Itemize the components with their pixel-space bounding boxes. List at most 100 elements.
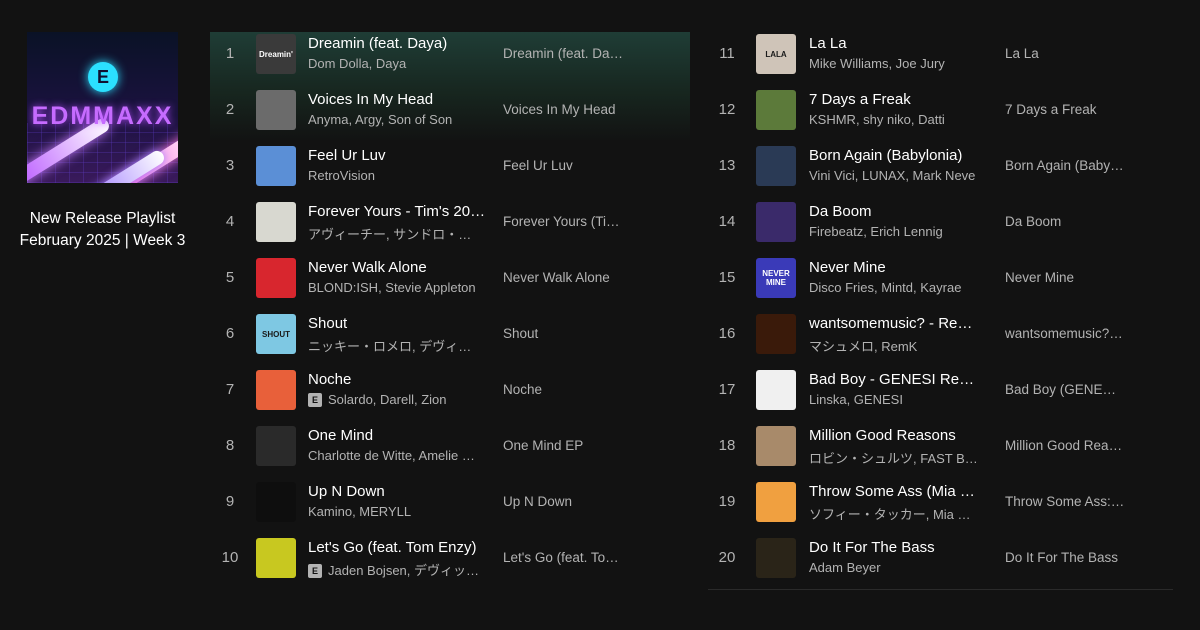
track-album-art[interactable]: [756, 90, 796, 130]
track-album[interactable]: Million Good Reasons: [1005, 438, 1125, 453]
track-row[interactable]: 8 One Mind Charlotte de Witte, Amelie Lens…: [210, 424, 690, 480]
track-album-art[interactable]: [256, 482, 296, 522]
track-row[interactable]: 5 Never Walk Alone BLOND:ISH, Stevie Apple…: [210, 256, 690, 312]
track-title[interactable]: La La: [809, 35, 981, 52]
track-artist[interactable]: Linska, GENESI: [809, 392, 979, 407]
track-artist[interactable]: E Solardo, Darell, Zion: [308, 392, 480, 407]
track-artist[interactable]: Kamino, MERYLL: [308, 504, 480, 519]
track-title[interactable]: Voices In My Head: [308, 91, 488, 108]
track-artist-names[interactable]: Adam Beyer: [809, 560, 881, 575]
track-artist[interactable]: E Jaden Bojsen, デヴィッド・ゲッタ: [308, 560, 480, 579]
track-title[interactable]: One Mind: [308, 427, 488, 444]
track-title[interactable]: wantsomemusic? - RemK Remix: [809, 315, 981, 332]
track-album[interactable]: Da Boom: [1005, 214, 1125, 229]
track-title[interactable]: Let's Go (feat. Tom Enzy): [308, 539, 488, 556]
track-album-art[interactable]: [756, 146, 796, 186]
track-title[interactable]: Born Again (Babylonia): [809, 147, 981, 164]
track-title[interactable]: Never Mine: [809, 259, 981, 276]
track-row[interactable]: 2 Voices In My Head Anyma, Argy, Son of So…: [210, 88, 690, 144]
track-title[interactable]: Dreamin (feat. Daya): [308, 35, 488, 52]
track-album[interactable]: Throw Some Ass: Remixes: [1005, 494, 1125, 509]
track-title[interactable]: Throw Some Ass (Mia Moretti Remix): [809, 483, 981, 500]
track-artist-names[interactable]: Mike Williams, Joe Jury: [809, 56, 945, 71]
track-artist[interactable]: BLOND:ISH, Stevie Appleton: [308, 280, 480, 295]
track-album[interactable]: Let's Go (feat. Tom Enzy): [503, 550, 628, 565]
track-artist[interactable]: アヴィーチー, サンドロ・カヴァッツァ: [308, 224, 480, 243]
track-artist[interactable]: Charlotte de Witte, Amelie Lens: [308, 448, 480, 463]
track-album[interactable]: Feel Ur Luv: [503, 158, 628, 173]
track-row[interactable]: 4 Forever Yours - Tim's 2025 Edit アヴィーチー, …: [210, 200, 690, 256]
track-title[interactable]: 7 Days a Freak: [809, 91, 981, 108]
track-row[interactable]: 11 LALA La La Mike Williams, Joe Jury La La: [708, 32, 1173, 88]
track-row[interactable]: 1 Dreamin' Dreamin (feat. Daya) Dom Dolla, …: [210, 32, 690, 88]
track-album-art[interactable]: NEVER MINE: [756, 258, 796, 298]
track-artist-names[interactable]: Anyma, Argy, Son of Son: [308, 112, 452, 127]
track-album[interactable]: Never Walk Alone: [503, 270, 628, 285]
track-row[interactable]: 12 7 Days a Freak KSHMR, shy niko, Datti 7 …: [708, 88, 1173, 144]
track-album[interactable]: Voices In My Head: [503, 102, 628, 117]
track-row[interactable]: 6 SHOUT Shout ニッキー・ロメロ, デヴィッド・ゲッタ Shout: [210, 312, 690, 368]
track-row[interactable]: 3 Feel Ur Luv RetroVision Feel Ur Luv: [210, 144, 690, 200]
track-album-art[interactable]: [756, 202, 796, 242]
track-artist[interactable]: Adam Beyer: [809, 560, 979, 575]
track-row[interactable]: 15 NEVER MINE Never Mine Disco Fries, Mintd…: [708, 256, 1173, 312]
track-title[interactable]: Da Boom: [809, 203, 981, 220]
track-row[interactable]: 18 Million Good Reasons ロビン・シュルツ, FAST BOY…: [708, 424, 1173, 480]
track-row[interactable]: 10 Let's Go (feat. Tom Enzy) E Jaden Bojsen…: [210, 536, 690, 592]
track-album-art[interactable]: [256, 202, 296, 242]
track-title[interactable]: Feel Ur Luv: [308, 147, 488, 164]
track-title[interactable]: Never Walk Alone: [308, 259, 488, 276]
track-artist-names[interactable]: Charlotte de Witte, Amelie Lens: [308, 448, 480, 463]
track-artist-names[interactable]: Firebeatz, Erich Lennig: [809, 224, 943, 239]
track-artist-names[interactable]: ソフィー・タッカー, Mia Moretti: [809, 507, 979, 522]
track-row[interactable]: 17 Bad Boy - GENESI Remix Linska, GENESI Ba…: [708, 368, 1173, 424]
track-artist-names[interactable]: マシュメロ, RemK: [809, 339, 917, 354]
track-album[interactable]: Never Mine: [1005, 270, 1125, 285]
track-album-art[interactable]: [256, 538, 296, 578]
track-artist-names[interactable]: KSHMR, shy niko, Datti: [809, 112, 945, 127]
track-album-art[interactable]: SHOUT: [256, 314, 296, 354]
track-album-art[interactable]: [256, 370, 296, 410]
track-artist-names[interactable]: Linska, GENESI: [809, 392, 903, 407]
track-album[interactable]: wantsomemusic? (RemK Remix): [1005, 326, 1125, 341]
track-artist[interactable]: KSHMR, shy niko, Datti: [809, 112, 979, 127]
track-artist-names[interactable]: ロビン・シュルツ, FAST BOY: [809, 451, 979, 466]
track-album-art[interactable]: Dreamin': [256, 34, 296, 74]
track-artist-names[interactable]: アヴィーチー, サンドロ・カヴァッツァ: [308, 227, 480, 242]
track-artist-names[interactable]: Solardo, Darell, Zion: [328, 392, 447, 407]
track-album-art[interactable]: LALA: [756, 34, 796, 74]
track-artist[interactable]: ニッキー・ロメロ, デヴィッド・ゲッタ: [308, 336, 480, 355]
track-artist-names[interactable]: Disco Fries, Mintd, Kayrae: [809, 280, 961, 295]
track-album[interactable]: Bad Boy (GENESI Remix): [1005, 382, 1125, 397]
track-album[interactable]: Forever Yours (Tim's 2025 Edit): [503, 214, 628, 229]
track-album-art[interactable]: [756, 370, 796, 410]
track-album[interactable]: Born Again (Babylonia): [1005, 158, 1125, 173]
track-album[interactable]: Up N Down: [503, 494, 628, 509]
track-artist[interactable]: RetroVision: [308, 168, 480, 183]
track-artist-names[interactable]: RetroVision: [308, 168, 375, 183]
track-artist[interactable]: Dom Dolla, Daya: [308, 56, 480, 71]
track-album-art[interactable]: [756, 426, 796, 466]
track-artist-names[interactable]: Kamino, MERYLL: [308, 504, 411, 519]
track-album-art[interactable]: [756, 482, 796, 522]
track-title[interactable]: Do It For The Bass: [809, 539, 981, 556]
track-artist-names[interactable]: BLOND:ISH, Stevie Appleton: [308, 280, 476, 295]
track-album-art[interactable]: [256, 426, 296, 466]
track-album-art[interactable]: [256, 258, 296, 298]
track-artist-names[interactable]: Dom Dolla, Daya: [308, 56, 406, 71]
track-album-art[interactable]: [256, 90, 296, 130]
track-artist[interactable]: Mike Williams, Joe Jury: [809, 56, 979, 71]
track-artist-names[interactable]: ニッキー・ロメロ, デヴィッド・ゲッタ: [308, 339, 480, 354]
track-title[interactable]: Forever Yours - Tim's 2025 Edit: [308, 203, 488, 220]
track-artist[interactable]: Firebeatz, Erich Lennig: [809, 224, 979, 239]
track-row[interactable]: 13 Born Again (Babylonia) Vini Vici, LUNAX…: [708, 144, 1173, 200]
track-artist[interactable]: ソフィー・タッカー, Mia Moretti: [809, 504, 979, 523]
track-title[interactable]: Million Good Reasons: [809, 427, 981, 444]
track-row[interactable]: 14 Da Boom Firebeatz, Erich Lennig Da Boom: [708, 200, 1173, 256]
track-artist-names[interactable]: Jaden Bojsen, デヴィッド・ゲッタ: [328, 563, 480, 578]
track-title[interactable]: Noche: [308, 371, 488, 388]
track-album[interactable]: 7 Days a Freak: [1005, 102, 1125, 117]
track-album[interactable]: One Mind EP: [503, 438, 628, 453]
track-album[interactable]: Dreamin (feat. Daya): [503, 46, 628, 61]
track-title[interactable]: Shout: [308, 315, 488, 332]
